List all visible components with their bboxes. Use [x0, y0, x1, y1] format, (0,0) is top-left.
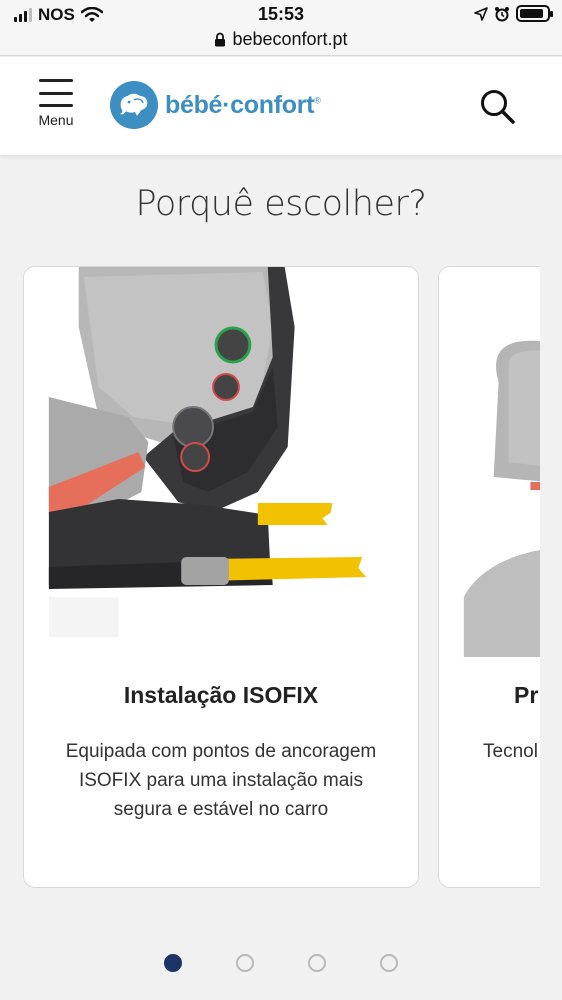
pagination-dot-4[interactable] — [380, 954, 398, 972]
lock-icon — [215, 32, 226, 47]
hamburger-menu-icon — [39, 79, 73, 107]
card-description: Tecnol par — [483, 741, 540, 762]
url-text: bebeconfort.pt — [232, 29, 348, 49]
carousel-pagination — [0, 954, 562, 972]
section-title: Porquê escolher? — [135, 184, 427, 224]
card-title: Instalação ISOFIX — [123, 682, 319, 708]
menu-button[interactable]: Menu — [36, 79, 76, 128]
search-icon[interactable] — [479, 88, 517, 126]
card-title: Pr — [514, 682, 539, 708]
status-icons — [474, 5, 553, 22]
alarm-clock-icon — [495, 6, 509, 21]
location-arrow-icon — [474, 6, 488, 21]
site-header: Menu bébé·confort® — [0, 57, 562, 155]
car-seat-headrest-image — [439, 267, 540, 657]
address-bar[interactable]: bebeconfort.pt — [0, 29, 562, 50]
status-bar: NOS 15:53 bebeconfort.pt — [0, 0, 562, 56]
elephant-logo-icon — [110, 81, 158, 129]
battery-icon — [516, 5, 553, 22]
card-description: Equipada com pontos de ancoragem ISOFIX … — [65, 741, 377, 820]
battery-level — [520, 9, 544, 18]
isofix-car-seat-image — [24, 267, 418, 657]
feature-card[interactable]: Pr Tecnol par — [438, 266, 540, 888]
pagination-dot-2[interactable] — [236, 954, 254, 972]
brand-logo[interactable]: bébé·confort® — [110, 81, 321, 129]
brand-name: bébé·confort® — [165, 90, 321, 119]
features-carousel[interactable]: Instalação ISOFIX Equipada com pontos de… — [0, 266, 540, 890]
pagination-dot-1[interactable] — [164, 954, 182, 972]
registered-mark: ® — [314, 95, 321, 106]
menu-label: Menu — [38, 112, 74, 128]
feature-card[interactable]: Instalação ISOFIX Equipada com pontos de… — [23, 266, 419, 888]
pagination-dot-3[interactable] — [308, 954, 326, 972]
